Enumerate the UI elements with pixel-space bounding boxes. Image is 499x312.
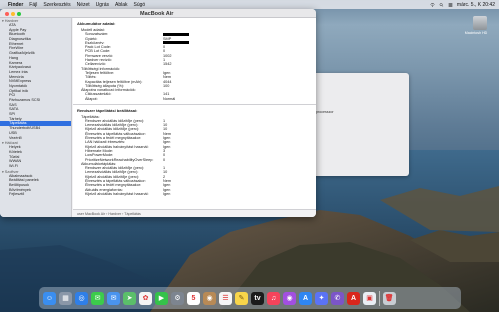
notes-icon[interactable]: ✎	[235, 291, 248, 305]
info-key: Kijelző alvóállás halványítást használ:	[85, 191, 149, 196]
launchpad-icon[interactable]: ▦	[59, 291, 72, 305]
finder-icon[interactable]: ☺	[43, 291, 56, 305]
sidebar-item[interactable]: Fejlesztő	[0, 192, 71, 197]
info-row: Kijelző alvóállás halványítást használ: I…	[73, 192, 316, 196]
window-title: MacBook Air	[140, 10, 174, 17]
zoom-button[interactable]	[17, 11, 21, 16]
acrobat-icon[interactable]: A	[347, 291, 360, 305]
info-value: Normál	[163, 96, 176, 101]
podcasts-icon[interactable]: ◉	[283, 291, 296, 305]
redacted-value	[163, 32, 189, 36]
window-titlebar[interactable]: MacBook Air	[0, 9, 316, 18]
menu-app-finder[interactable]: Finder	[8, 2, 23, 8]
dock-separator	[379, 290, 380, 306]
info-row: Állapot: Normál	[73, 97, 316, 101]
search-icon[interactable]	[439, 2, 444, 7]
wifi-icon[interactable]	[430, 2, 435, 7]
contacts-icon[interactable]: ◉	[203, 291, 216, 305]
hard-drive-icon[interactable]	[473, 16, 487, 30]
info-key: Állapot:	[85, 96, 98, 101]
music-icon[interactable]: ♫	[267, 291, 280, 305]
sidebar-item[interactable]: Wi-Fi	[0, 164, 71, 169]
preview-icon[interactable]: ▣	[363, 291, 376, 305]
control-center-icon[interactable]	[448, 3, 453, 7]
menu-window[interactable]: Ablak	[115, 2, 128, 8]
menu-view[interactable]: Nézet	[77, 2, 90, 8]
facetime-icon[interactable]: ▶	[155, 291, 168, 305]
tv-icon[interactable]: tv	[251, 291, 264, 305]
maps-icon[interactable]: ➤	[123, 291, 136, 305]
close-button[interactable]	[5, 11, 9, 16]
calendar-icon[interactable]: 5	[187, 291, 200, 305]
menu-clock[interactable]: márc. 5., K 20:42	[457, 2, 495, 8]
path-bar[interactable]: user MacBook Air › Hardver › Tápellátás	[73, 209, 316, 217]
system-information-window: MacBook Air ▾Hardver ATA Apple Pay Bluetoot…	[0, 9, 316, 217]
battery-section-title: Akkumulátor adatai:	[77, 21, 116, 26]
messages-icon[interactable]: ✉	[91, 291, 104, 305]
messenger-icon[interactable]: ✦	[315, 291, 328, 305]
sidebar-item[interactable]: Vezérlő	[0, 136, 71, 141]
menu-bar: Finder Fájl Szerkesztés Nézet Ugrás Abla…	[0, 0, 499, 9]
reminders-icon[interactable]: ☰	[219, 291, 232, 305]
chevron-down-icon[interactable]: ▾	[2, 170, 4, 174]
app-store-icon[interactable]: A	[299, 291, 312, 305]
background-window[interactable]: processzor	[302, 73, 409, 176]
sidebar: ▾Hardver ATA Apple Pay Bluetooth Diagnosztik…	[0, 18, 72, 217]
hard-drive-label[interactable]: Macintosh HD	[456, 31, 496, 35]
info-value: Igen	[163, 191, 171, 196]
menu-file[interactable]: Fájl	[29, 2, 37, 8]
chevron-down-icon[interactable]: ▾	[2, 141, 4, 145]
mail-icon[interactable]: ✉	[107, 291, 120, 305]
chevron-down-icon[interactable]: ▾	[2, 19, 4, 23]
minimize-button[interactable]	[11, 11, 15, 16]
info-value: 0	[163, 157, 166, 162]
background-window-text: processzor	[316, 110, 334, 114]
redacted-value	[163, 41, 189, 45]
system-preferences-icon[interactable]: ⚙	[171, 291, 184, 305]
menu-help[interactable]: Súgó	[134, 2, 146, 8]
info-value: 1542	[163, 62, 172, 67]
trash-icon[interactable]: 🗑	[382, 291, 396, 305]
safari-icon[interactable]: ◎	[75, 291, 88, 305]
power-section-title: Rendszer tápellátási beállításai:	[77, 107, 138, 113]
menu-extras: márc. 5., K 20:42	[430, 2, 495, 8]
menu-edit[interactable]: Szerkesztés	[43, 2, 70, 8]
dock: ☺ ▦ ◎ ✉ ✉ ➤ ✿ ▶ ⚙ 5 ◉ ☰ ✎ tv ♫ ◉ A ✦ ✆ A ▣ 🗑	[39, 287, 461, 309]
menu-go[interactable]: Ugrás	[96, 2, 109, 8]
info-value: 100	[163, 83, 170, 88]
photos-icon[interactable]: ✿	[139, 291, 152, 305]
detail-pane: Akkumulátor adatai: Modell adatai: Soroz…	[73, 18, 316, 209]
section-divider	[73, 104, 316, 105]
viber-icon[interactable]: ✆	[331, 291, 344, 305]
